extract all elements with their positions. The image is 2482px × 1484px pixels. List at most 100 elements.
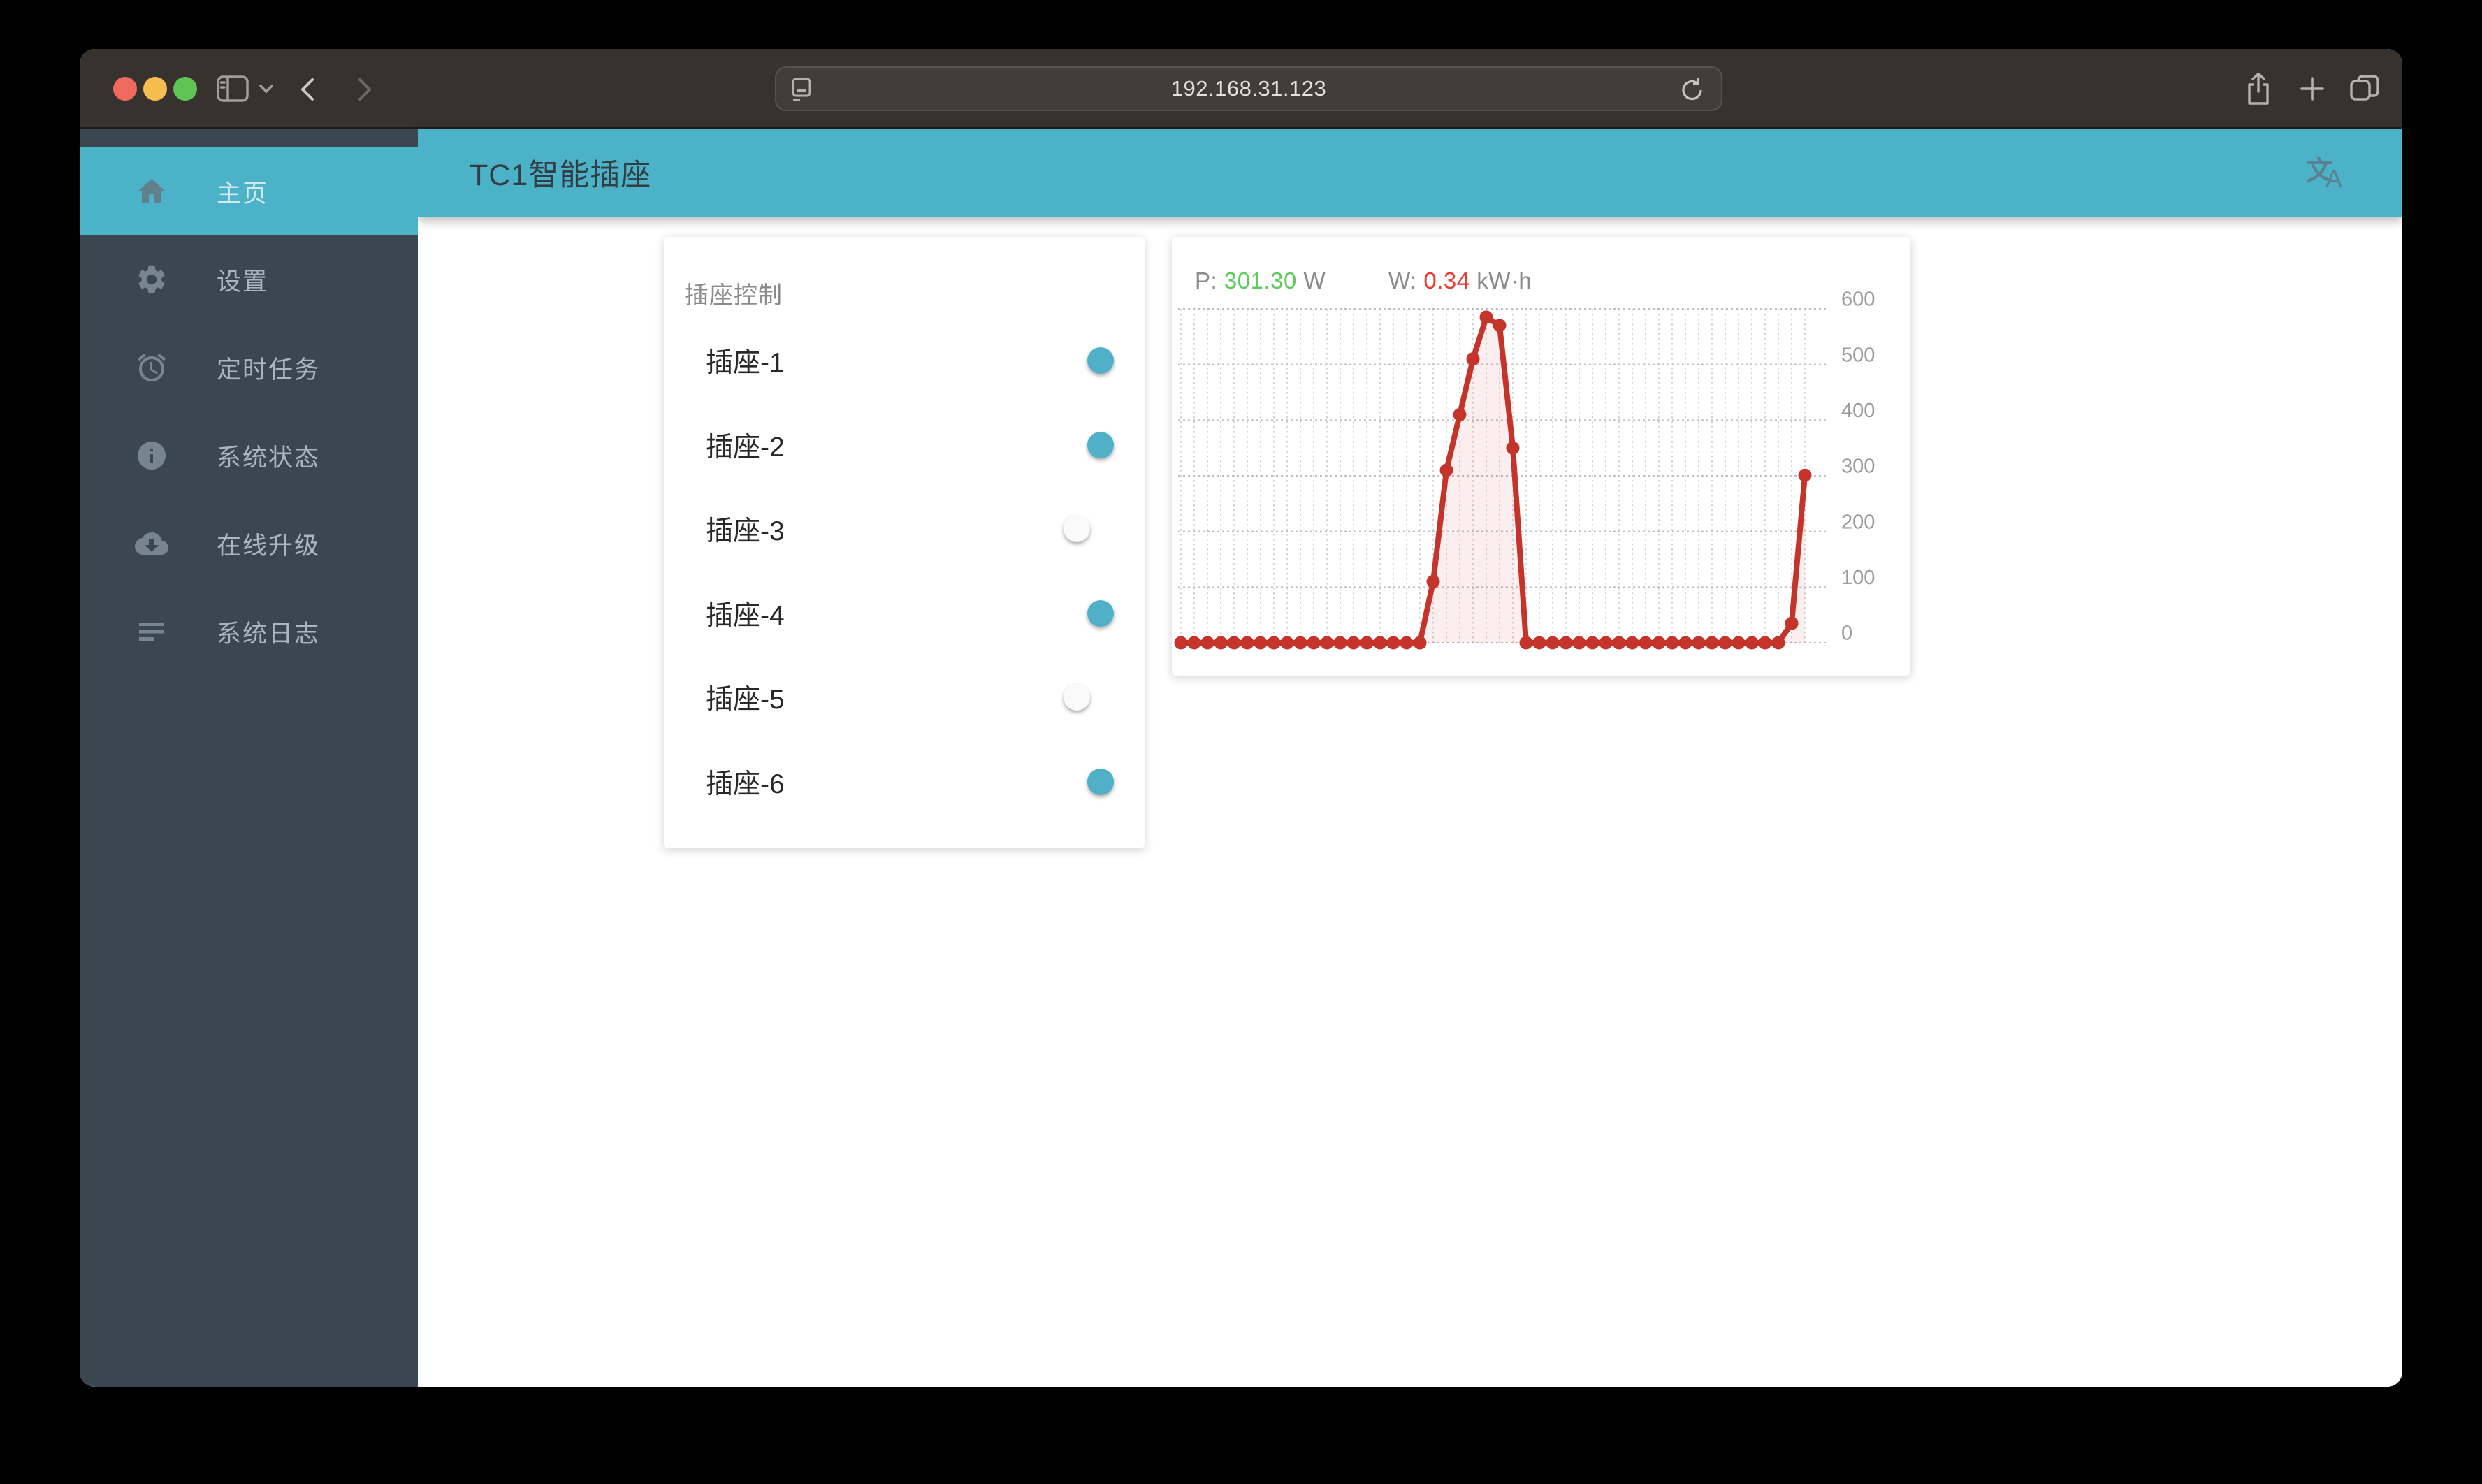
sidebar-item-schedule[interactable]: 定时任务 (80, 323, 418, 412)
data-point (1426, 574, 1440, 588)
data-point (1254, 636, 1268, 650)
sidebar-item-label: 在线升级 (217, 532, 321, 560)
data-point (1200, 636, 1214, 650)
socket-row: 插座-3 (664, 486, 1145, 571)
data-point (1493, 319, 1507, 333)
data-point (1373, 636, 1387, 650)
log-lines-icon (135, 615, 168, 648)
socket-6-toggle[interactable] (1064, 768, 1114, 795)
page-settings-icon[interactable] (790, 77, 813, 103)
url-text: 192.168.31.123 (1170, 76, 1327, 101)
sidebar-item-label: 系统日志 (217, 620, 321, 648)
data-point (1187, 636, 1201, 650)
forward-icon[interactable] (356, 77, 373, 102)
data-point (1599, 636, 1613, 650)
socket-2-toggle[interactable] (1064, 431, 1114, 458)
data-point (1320, 636, 1334, 650)
page-title: TC1智能插座 (470, 159, 652, 192)
series-area (1181, 317, 1805, 643)
y-axis-tick: 200 (1841, 511, 1875, 533)
socket-row: 插座-6 (664, 739, 1145, 824)
data-point (1479, 310, 1493, 324)
data-point (1692, 636, 1706, 650)
sidebar-item-label: 系统状态 (217, 444, 321, 472)
data-point (1572, 636, 1586, 650)
address-bar[interactable]: 192.168.31.123 (775, 66, 1722, 111)
socket-label: 插座-6 (706, 769, 785, 799)
data-point (1546, 636, 1560, 650)
data-point (1333, 636, 1347, 650)
data-point (1519, 636, 1533, 650)
web-page: 主页 设置 定时任务 系统状态 在线升级 系统日志 TC1智能插座 文 A 插座… (80, 129, 2402, 1387)
sidebar-item-system-status[interactable]: 系统状态 (80, 412, 418, 500)
socket-control-card: 插座控制 插座-1 插座-2 插座-3 插座-4 插座-5 插座-6 (664, 237, 1145, 848)
socket-row: 插座-1 (664, 318, 1145, 402)
data-point (1360, 636, 1374, 650)
socket-label: 插座-4 (706, 600, 785, 631)
data-point (1453, 407, 1467, 421)
alarm-clock-icon (135, 351, 168, 384)
data-point (1559, 636, 1573, 650)
y-axis-tick: 500 (1841, 344, 1875, 366)
y-axis-tick: 100 (1841, 567, 1875, 589)
socket-4-toggle[interactable] (1064, 599, 1114, 627)
data-point (1532, 636, 1546, 650)
home-icon (135, 175, 168, 208)
data-point (1174, 636, 1188, 650)
sidebar-toggle-icon[interactable] (217, 75, 249, 102)
data-point (1214, 636, 1228, 650)
translate-icon[interactable]: 文 A (2305, 152, 2349, 196)
data-point (1280, 636, 1294, 650)
data-point (1413, 636, 1427, 650)
data-point (1785, 616, 1799, 630)
appbar: TC1智能插座 文 A (418, 129, 2402, 217)
traffic-light-close[interactable] (113, 77, 137, 101)
show-tabs-icon[interactable] (2349, 74, 2380, 103)
traffic-light-zoom[interactable] (173, 77, 197, 101)
socket-5-toggle[interactable] (1064, 683, 1114, 711)
data-point (1347, 636, 1360, 650)
socket-label: 插座-2 (706, 432, 785, 463)
socket-1-toggle[interactable] (1064, 347, 1114, 374)
back-icon[interactable] (299, 77, 316, 102)
sidebar-item-online-upgrade[interactable]: 在线升级 (80, 500, 418, 588)
main-area: TC1智能插座 文 A 插座控制 插座-1 插座-2 插座-3 插座-4 插座-… (418, 129, 2402, 1387)
power-line-chart: 0 100 200 300 400 500 600 (1174, 289, 1875, 650)
data-point (1439, 463, 1453, 477)
data-point (1758, 636, 1772, 650)
browser-toolbar: 192.168.31.123 (80, 49, 2402, 129)
data-point (1705, 636, 1719, 650)
sidebar-item-label: 主页 (217, 180, 269, 208)
data-point (1585, 636, 1599, 650)
socket-row: 插座-2 (664, 402, 1145, 487)
sidebar-item-label: 定时任务 (217, 356, 321, 384)
sidebar-item-settings[interactable]: 设置 (80, 235, 418, 323)
content: 插座控制 插座-1 插座-2 插座-3 插座-4 插座-5 插座-6 P: 30… (418, 217, 2402, 1387)
reload-icon[interactable] (1679, 76, 1706, 104)
socket-row: 插座-4 (664, 571, 1145, 655)
cloud-download-icon (135, 527, 168, 560)
sidebar: 主页 设置 定时任务 系统状态 在线升级 系统日志 (80, 129, 418, 1387)
safari-window: 192.168.31.123 主页 设置 定时任务 系统状态 在线升级 系统日志… (80, 49, 2402, 1387)
socket-3-toggle[interactable] (1064, 515, 1114, 542)
gear-icon (135, 263, 168, 296)
sidebar-item-system-log[interactable]: 系统日志 (80, 588, 418, 676)
data-point (1732, 636, 1746, 650)
y-axis-tick: 0 (1841, 623, 1852, 645)
data-point (1267, 636, 1281, 650)
socket-label: 插座-3 (706, 516, 785, 546)
data-point (1293, 636, 1307, 650)
y-axis-tick: 300 (1841, 456, 1875, 478)
data-point (1718, 636, 1732, 650)
data-point (1652, 636, 1666, 650)
info-icon (135, 439, 168, 472)
traffic-light-minimize[interactable] (143, 77, 167, 101)
share-icon[interactable] (2244, 72, 2272, 107)
chevron-down-icon[interactable] (259, 84, 274, 94)
sidebar-item-home[interactable]: 主页 (80, 147, 418, 235)
socket-row: 插座-5 (664, 655, 1145, 739)
data-point (1386, 636, 1400, 650)
new-tab-icon[interactable] (2299, 75, 2325, 102)
data-point (1798, 468, 1812, 482)
data-point (1771, 636, 1785, 650)
